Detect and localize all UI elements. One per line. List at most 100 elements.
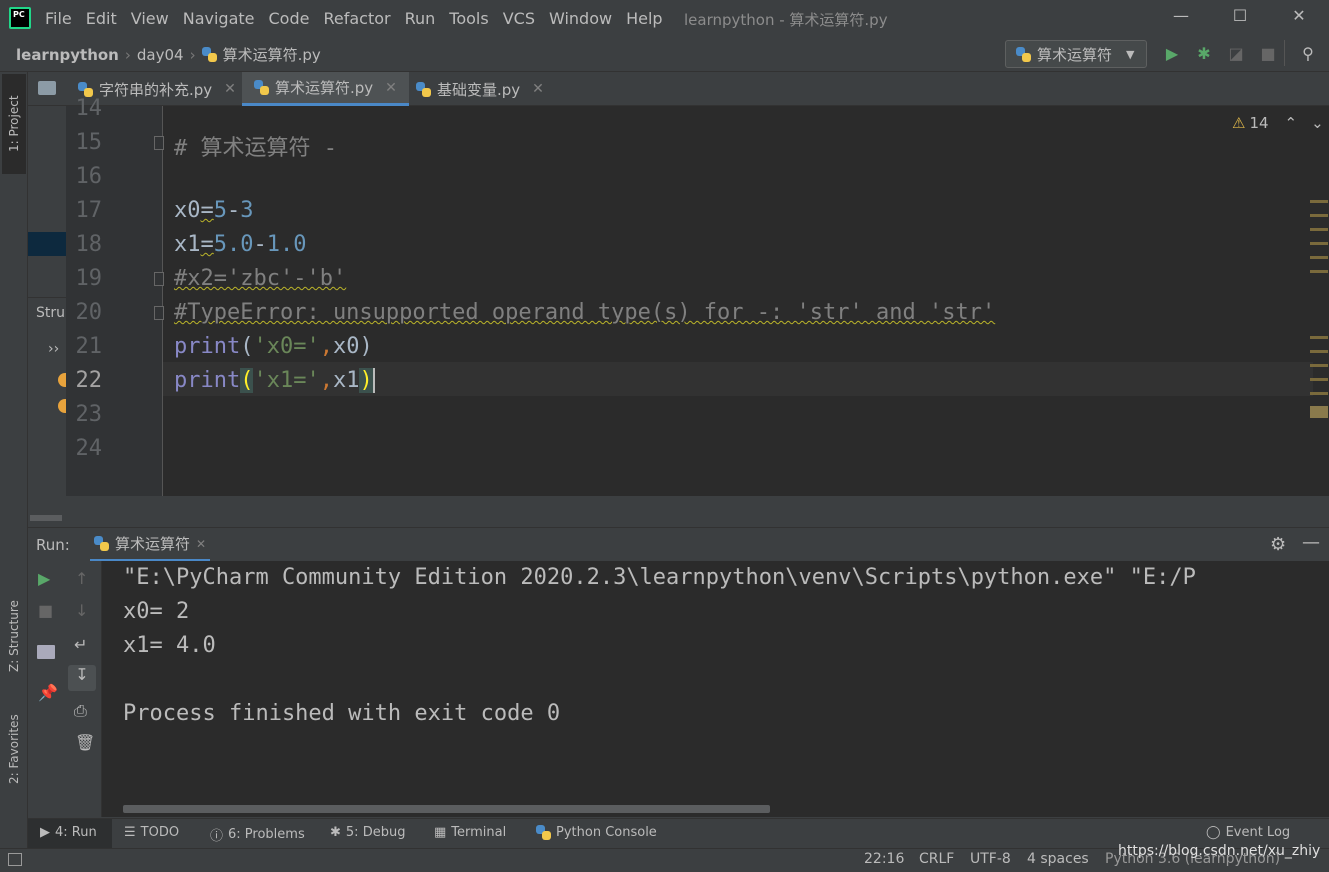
run-icon[interactable]: ▶: [1162, 44, 1182, 64]
tool-debug[interactable]: ✱ 5: Debug: [330, 825, 405, 840]
warning-marker[interactable]: [1310, 214, 1328, 217]
layout-icon[interactable]: [37, 645, 55, 659]
run-tab[interactable]: 算术运算符 ✕: [90, 528, 211, 562]
coverage-icon[interactable]: ◪: [1226, 44, 1246, 64]
info-icon: ⓘ: [210, 829, 224, 844]
menu-edit[interactable]: Edit: [86, 9, 117, 28]
run-panel-header: Run: 算术运算符 ✕ ⚙ —: [28, 527, 1329, 562]
expand-icon[interactable]: ››: [48, 341, 59, 357]
code-line-21: print('x0=',x0): [174, 334, 373, 359]
line-number: 18: [75, 232, 103, 257]
line-number: 15: [75, 130, 103, 155]
menu-help[interactable]: Help: [626, 9, 662, 28]
tool-problems[interactable]: ⓘ 6: Problems: [210, 825, 305, 844]
down-arrow-icon[interactable]: ↓: [75, 601, 88, 620]
rerun-icon[interactable]: ▶: [38, 569, 50, 588]
tool-terminal[interactable]: ▦ Terminal: [434, 825, 506, 840]
fold-marker-icon[interactable]: [154, 272, 164, 286]
play-icon: ▶: [40, 825, 50, 840]
menu-navigate[interactable]: Navigate: [183, 9, 255, 28]
run-configuration-select[interactable]: 算术运算符 ▼: [1005, 40, 1147, 68]
tool-todo[interactable]: ☰ TODO: [124, 825, 179, 840]
close-tab-icon[interactable]: ✕: [196, 537, 206, 551]
warning-marker[interactable]: [1310, 228, 1328, 231]
menu-code[interactable]: Code: [269, 9, 310, 28]
breadcrumb-file[interactable]: 算术运算符.py: [223, 44, 321, 65]
structure-panel-label: Stru: [36, 305, 66, 321]
warning-marker[interactable]: [1310, 270, 1328, 273]
console-line: x1= 4.0: [123, 633, 216, 658]
file-encoding[interactable]: UTF-8: [970, 851, 1011, 867]
tool-run[interactable]: ▶ 4: Run: [40, 825, 97, 840]
close-tab-icon[interactable]: ✕: [224, 81, 236, 97]
warning-marker[interactable]: [1310, 242, 1328, 245]
tab-arithmetic-operators[interactable]: 算术运算符.py ✕: [242, 72, 409, 106]
folder-icon[interactable]: [38, 81, 56, 95]
close-tab-icon[interactable]: ✕: [385, 80, 397, 96]
soft-wrap-icon[interactable]: ↵: [74, 635, 87, 654]
horizontal-scrollbar[interactable]: [30, 515, 62, 521]
previous-highlight-icon[interactable]: ⌃: [1285, 114, 1298, 132]
trash-icon[interactable]: 🗑: [75, 733, 95, 752]
close-window-icon[interactable]: ✕: [1286, 6, 1312, 30]
warning-marker[interactable]: [1310, 364, 1328, 367]
print-icon[interactable]: ⎙: [74, 701, 87, 721]
tab-basic-variables[interactable]: 基础变量.py ✕: [404, 72, 556, 106]
next-highlight-icon[interactable]: ⌄: [1311, 114, 1324, 132]
minimize-icon[interactable]: —: [1168, 6, 1194, 30]
warning-marker[interactable]: [1310, 406, 1328, 418]
menu-vcs[interactable]: VCS: [503, 9, 535, 28]
structure-tool-tab[interactable]: Z: Structure: [2, 584, 26, 688]
menu-refactor[interactable]: Refactor: [323, 9, 390, 28]
warning-marker[interactable]: [1310, 378, 1328, 381]
warning-marker[interactable]: [1310, 392, 1328, 395]
chevron-right-icon: ›: [189, 45, 196, 64]
project-tool-tab[interactable]: 1: Project: [2, 74, 26, 174]
run-console-output[interactable]: "E:\PyCharm Community Edition 2020.2.3\l…: [102, 561, 1329, 817]
menu-view[interactable]: View: [131, 9, 169, 28]
stop-icon[interactable]: ■: [38, 601, 53, 620]
tool-event-log[interactable]: ◯ Event Log: [1206, 825, 1290, 840]
warning-marker[interactable]: [1310, 200, 1328, 203]
gear-icon[interactable]: ⚙: [1270, 534, 1286, 555]
fold-marker-icon[interactable]: [154, 306, 164, 320]
menu-bar: PC File Edit View Navigate Code Refactor…: [0, 0, 1329, 36]
python-config-icon: [1016, 46, 1031, 62]
tool-python-console[interactable]: Python Console: [536, 825, 657, 840]
warning-marker[interactable]: [1310, 336, 1328, 339]
scroll-to-end-icon[interactable]: ↧: [68, 665, 96, 691]
search-icon[interactable]: ⚲: [1298, 44, 1318, 64]
breadcrumb-project[interactable]: learnpython: [16, 46, 119, 64]
inspection-widget[interactable]: ⚠ 14 ⌃ ⌄: [1232, 114, 1324, 132]
menu-file[interactable]: File: [45, 9, 72, 28]
breadcrumb-folder[interactable]: day04: [137, 46, 184, 64]
line-number: 16: [75, 164, 103, 189]
tool-todo-label: TODO: [140, 825, 180, 840]
list-icon: ☰: [124, 825, 136, 840]
line-separator[interactable]: CRLF: [919, 851, 954, 867]
menu-tools[interactable]: Tools: [449, 9, 488, 28]
tool-windows-toggle-icon[interactable]: [8, 853, 22, 866]
horizontal-scrollbar[interactable]: [123, 805, 770, 813]
favorites-tool-tab[interactable]: 2: Favorites: [2, 702, 26, 796]
indent-setting[interactable]: 4 spaces: [1027, 851, 1089, 867]
pin-icon[interactable]: 📌: [38, 683, 58, 702]
menu-window[interactable]: Window: [549, 9, 612, 28]
debug-bug-icon[interactable]: ✱: [1194, 44, 1214, 64]
code-line-20: #TypeError: unsupported operand type(s) …: [174, 300, 996, 325]
minimize-panel-icon[interactable]: —: [1302, 532, 1320, 553]
warning-marker[interactable]: [1310, 256, 1328, 259]
selected-tree-row[interactable]: [28, 232, 66, 256]
menu-run[interactable]: Run: [405, 9, 436, 28]
fold-marker-icon[interactable]: [154, 136, 164, 150]
close-tab-icon[interactable]: ✕: [532, 81, 544, 97]
bug-icon: ✱: [330, 825, 341, 840]
line-number: 20: [75, 300, 103, 325]
error-stripe[interactable]: [1310, 200, 1328, 420]
caret-position[interactable]: 22:16: [864, 851, 904, 867]
maximize-icon[interactable]: ☐: [1227, 6, 1253, 30]
stop-icon[interactable]: ■: [1258, 44, 1278, 64]
up-arrow-icon[interactable]: ↑: [75, 569, 88, 588]
tab-label: 字符串的补充.py: [99, 80, 213, 99]
warning-marker[interactable]: [1310, 350, 1328, 353]
